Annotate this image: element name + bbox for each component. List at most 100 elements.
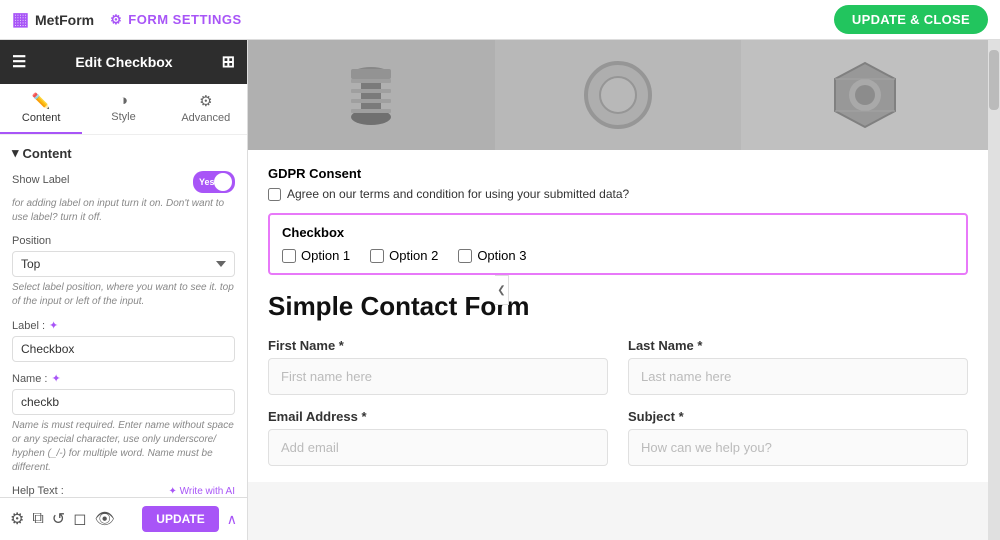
option1-checkbox[interactable] (282, 249, 296, 263)
form-settings-label: FORM SETTINGS (128, 12, 241, 27)
washer-svg (578, 55, 658, 135)
tab-advanced[interactable]: ⚙ Advanced (165, 84, 247, 134)
checkbox-options: Option 1 Option 2 Option 3 (282, 248, 954, 263)
sidebar: ☰ Edit Checkbox ⊞ ✏️ Content ◑ Style ⚙ A… (0, 40, 248, 540)
last-name-field: Last Name * Last name here (628, 338, 968, 395)
sidebar-content: ▾ Content Show Label Yes for adding labe… (0, 135, 247, 497)
gear-bottom-icon[interactable]: ⚙ (10, 509, 24, 529)
history-icon[interactable]: ↺ (52, 509, 65, 529)
last-name-label: Last Name * (628, 338, 968, 353)
option2-checkbox[interactable] (370, 249, 384, 263)
option2-label: Option 2 (389, 248, 438, 263)
gdpr-text: Agree on our terms and condition for usi… (287, 187, 629, 201)
sidebar-bottom-toolbar: ⚙ ⧉ ↺ ◻ 👁 UPDATE ∧ (0, 497, 247, 540)
nut-svg (825, 55, 905, 135)
section-arrow-icon: ▾ (12, 145, 19, 161)
gdpr-checkbox[interactable] (268, 188, 281, 201)
first-name-label: First Name * (268, 338, 608, 353)
content-tab-icon: ✏️ (32, 92, 51, 110)
grid-icon[interactable]: ⊞ (222, 52, 235, 72)
logo-icon: ▦ (12, 9, 29, 30)
chevron-left-icon: ❮ (497, 285, 505, 296)
comment-icon[interactable]: ◻ (73, 509, 86, 529)
product-image-3 (741, 40, 988, 150)
show-label-toggle[interactable]: Yes (193, 171, 235, 193)
subject-label: Subject * (628, 409, 968, 424)
label-field: Label : ✦ (12, 319, 235, 362)
checkbox-section: Checkbox Option 1 Option 2 (268, 213, 968, 275)
name-sparkle-icon: ✦ (51, 372, 60, 385)
main-layout: ☰ Edit Checkbox ⊞ ✏️ Content ◑ Style ⚙ A… (0, 40, 1000, 540)
first-name-input[interactable]: First name here (268, 358, 608, 395)
name-field: Name : ✦ Name is must required. Enter na… (12, 372, 235, 475)
style-tab-icon: ◑ (119, 92, 128, 109)
sidebar-title: Edit Checkbox (75, 54, 172, 70)
show-label-field: Show Label Yes for adding label on input… (12, 171, 235, 225)
tab-style[interactable]: ◑ Style (82, 84, 164, 134)
option1-label: Option 1 (301, 248, 350, 263)
chevron-up-icon[interactable]: ∧ (227, 511, 237, 528)
collapse-sidebar-button[interactable]: ❮ (495, 275, 509, 305)
form-preview: GDPR Consent Agree on our terms and cond… (248, 150, 988, 482)
option3-label: Option 3 (477, 248, 526, 263)
checkbox-section-title: Checkbox (282, 225, 954, 240)
eye-icon[interactable]: 👁 (94, 509, 114, 529)
name-hint: Name is must required. Enter name withou… (12, 419, 235, 475)
content-section-title: ▾ Content (12, 145, 235, 161)
content-area: ❮ (248, 40, 1000, 540)
update-button[interactable]: UPDATE (142, 506, 218, 532)
show-label-label: Show Label (12, 174, 70, 186)
first-name-field: First Name * First name here (268, 338, 608, 395)
settings-gear-icon: ⚙ (110, 12, 122, 28)
preview-container: GDPR Consent Agree on our terms and cond… (248, 40, 988, 482)
product-images (248, 40, 988, 150)
form-grid: First Name * First name here Last Name *… (268, 338, 968, 466)
gdpr-checkbox-row: Agree on our terms and condition for usi… (268, 187, 968, 201)
sidebar-tabs: ✏️ Content ◑ Style ⚙ Advanced (0, 84, 247, 135)
toggle-text: Yes (199, 177, 215, 187)
label-input[interactable] (12, 336, 235, 362)
position-label: Position (12, 235, 235, 247)
show-label-hint: for adding label on input turn it on. Do… (12, 197, 235, 225)
form-settings-link[interactable]: ⚙ FORM SETTINGS (110, 12, 242, 28)
update-close-button[interactable]: UPDATE & CLOSE (834, 5, 988, 34)
gdpr-title: GDPR Consent (268, 166, 968, 181)
position-hint: Select label position, where you want to… (12, 281, 235, 309)
option3-checkbox[interactable] (458, 249, 472, 263)
last-name-input[interactable]: Last name here (628, 358, 968, 395)
logo-text: MetForm (35, 12, 94, 28)
help-text-field: Help Text : ✦ Write with AI (12, 485, 235, 497)
email-input[interactable]: Add email (268, 429, 608, 466)
style-tab-label: Style (111, 111, 135, 123)
scrollbar[interactable] (988, 40, 1000, 540)
advanced-tab-icon: ⚙ (199, 92, 212, 110)
checkbox-option-3[interactable]: Option 3 (458, 248, 526, 263)
hamburger-icon[interactable]: ☰ (12, 52, 26, 72)
toggle-knob (214, 173, 232, 191)
name-field-label: Name : ✦ (12, 372, 235, 385)
subject-input[interactable]: How can we help you? (628, 429, 968, 466)
position-select[interactable]: Top Left Right (12, 251, 235, 277)
product-image-1 (248, 40, 495, 150)
simple-contact-form-title: Simple Contact Form (268, 291, 968, 322)
label-sparkle-icon: ✦ (49, 319, 58, 332)
name-input[interactable] (12, 389, 235, 415)
bolt-svg (331, 55, 411, 135)
subject-field: Subject * How can we help you? (628, 409, 968, 466)
checkbox-option-1[interactable]: Option 1 (282, 248, 350, 263)
content-scroll: GDPR Consent Agree on our terms and cond… (248, 40, 1000, 540)
advanced-tab-label: Advanced (181, 112, 230, 124)
show-label-toggle-row: Show Label Yes (12, 171, 235, 193)
scrollbar-thumb (989, 50, 999, 110)
write-with-ai-link[interactable]: ✦ Write with AI (168, 486, 235, 497)
label-field-label: Label : ✦ (12, 319, 235, 332)
content-tab-label: Content (22, 112, 61, 124)
help-text-label: Help Text : ✦ Write with AI (12, 485, 235, 497)
tab-content[interactable]: ✏️ Content (0, 84, 82, 134)
logo: ▦ MetForm (12, 9, 94, 30)
gdpr-section: GDPR Consent Agree on our terms and cond… (268, 166, 968, 201)
layers-icon[interactable]: ⧉ (32, 510, 43, 528)
checkbox-option-2[interactable]: Option 2 (370, 248, 438, 263)
product-image-2 (495, 40, 742, 150)
sidebar-header: ☰ Edit Checkbox ⊞ (0, 40, 247, 84)
